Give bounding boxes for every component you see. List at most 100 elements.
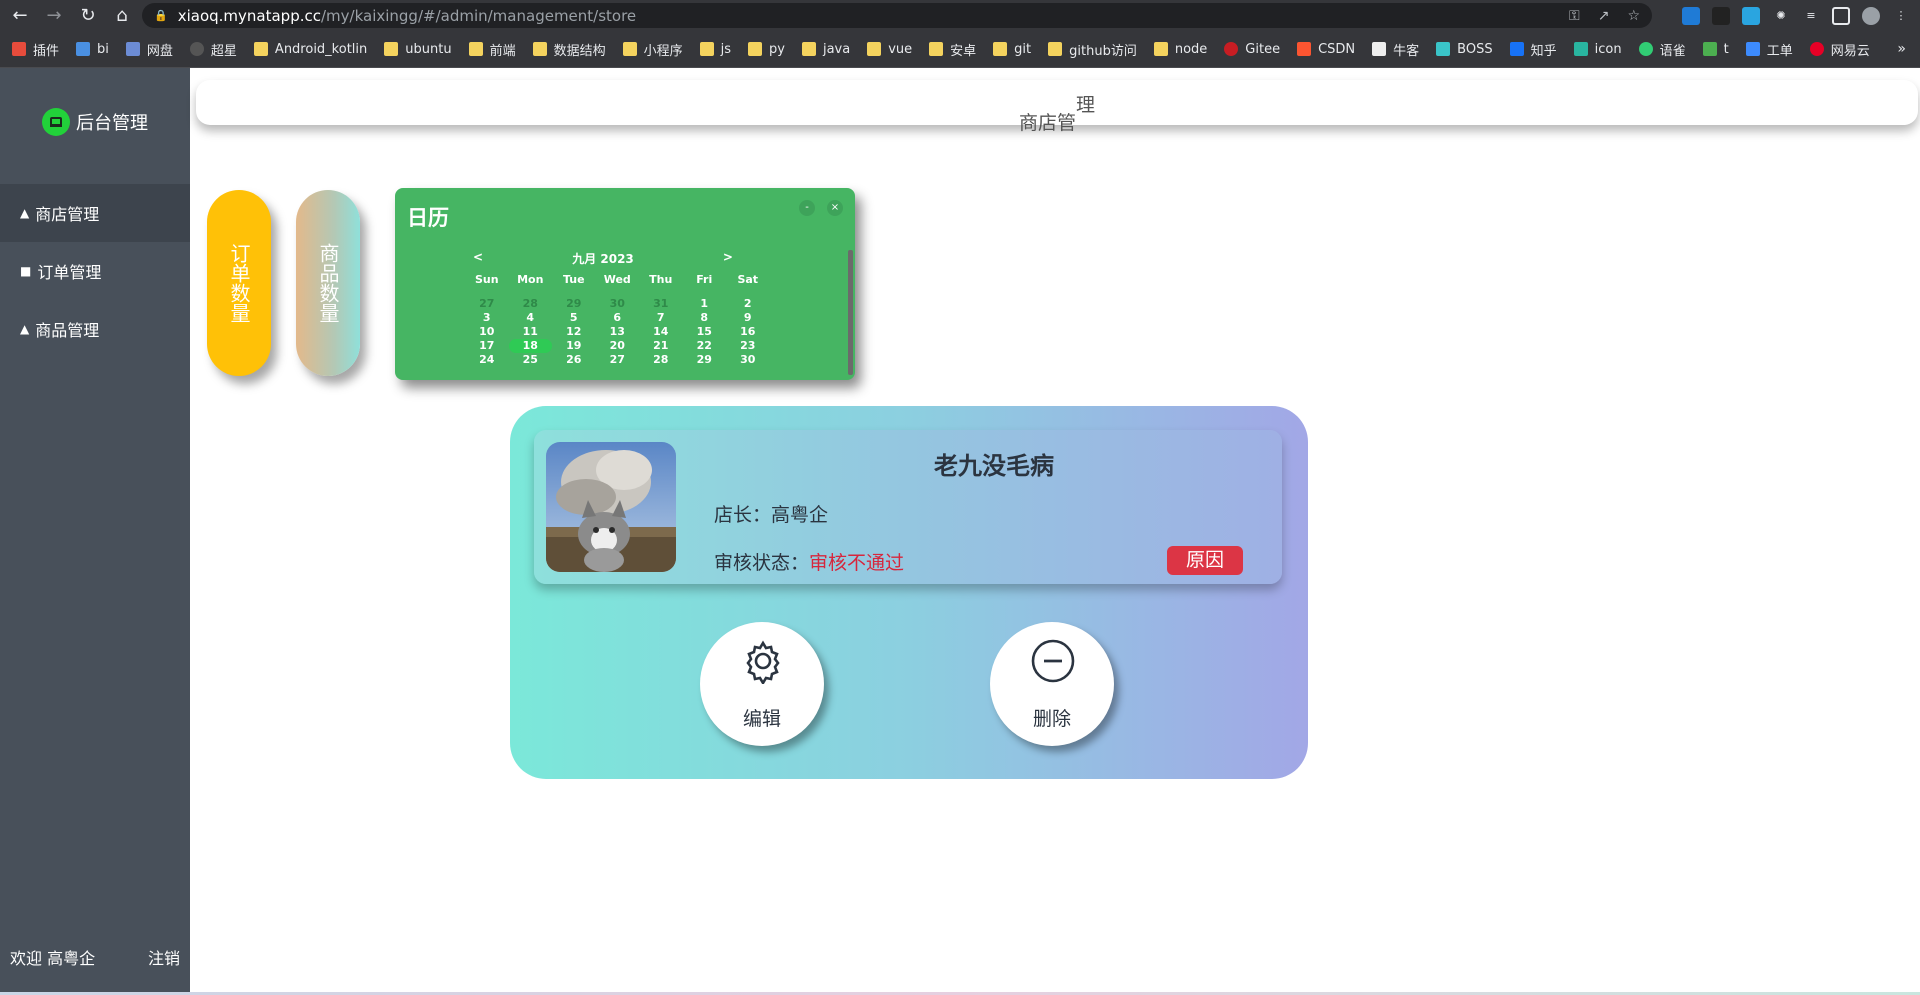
bookmark[interactable]: 小程序 [622,40,683,59]
calendar-scrollbar[interactable] [848,250,853,375]
side-panel-icon[interactable] [1832,6,1850,25]
next-month-button[interactable]: > [723,250,733,267]
calendar-day[interactable]: 13 [596,325,640,339]
shop-logo-icon [42,108,70,136]
bookmark[interactable]: vue [867,42,912,57]
week-row: 24 25 26 27 28 29 30 [465,353,770,367]
week-row: 17 18 19 20 21 22 23 [465,339,770,353]
bookmark[interactable]: 超星 [189,40,237,59]
calendar-day[interactable]: 8 [683,311,727,325]
calendar-day[interactable]: 22 [683,339,727,353]
bookmark[interactable]: 数据结构 [532,40,606,59]
bookmark[interactable]: 语雀 [1638,40,1686,59]
goods-count-card[interactable]: 商品数量 [296,190,360,376]
calendar-day[interactable]: 30 [726,353,770,367]
brand-title: 后台管理 [76,113,148,134]
bookmark[interactable]: java [801,42,850,57]
bookmark[interactable]: git [993,42,1031,57]
bookmark[interactable]: icon [1573,42,1622,57]
extension-icon[interactable] [1682,6,1700,25]
menu-icon[interactable]: ⋮ [1892,7,1910,25]
calendar-day[interactable]: 27 [596,353,640,367]
star-icon[interactable]: ☆ [1627,8,1640,24]
calendar-day[interactable]: 14 [639,325,683,339]
bookmark[interactable]: bi [76,42,109,57]
calendar-day[interactable]: 1 [683,297,727,311]
calendar-day-other-month[interactable]: 31 [639,297,683,311]
calendar-day-today[interactable]: 18 [508,339,552,353]
calendar-day[interactable]: 3 [465,311,509,325]
bookmark[interactable]: 插件 [12,40,59,59]
bookmark[interactable]: js [699,42,731,57]
brand[interactable]: 后台管理 [42,108,148,136]
bookmark[interactable]: Android_kotlin [253,42,367,57]
calendar-day-other-month[interactable]: 28 [509,297,553,311]
bookmark[interactable]: 网易云 [1809,40,1870,59]
share-icon[interactable]: ↗ [1598,8,1610,24]
bookmark[interactable]: Gitee [1224,42,1280,57]
calendar-day[interactable]: 9 [726,311,770,325]
sidebar-item-store[interactable]: ▲ 商店管理 [0,184,190,242]
calendar-day[interactable]: 28 [639,353,683,367]
folder-icon [748,42,763,56]
bookmark[interactable]: CSDN [1297,42,1355,57]
calendar-day[interactable]: 17 [465,339,509,353]
calendar-day[interactable]: 2 [726,297,770,311]
bookmark[interactable]: BOSS [1436,42,1493,57]
calendar-day[interactable]: 12 [552,325,596,339]
calendar-day[interactable]: 29 [683,353,727,367]
bookmark[interactable]: ubuntu [384,42,452,57]
calendar-day[interactable]: 10 [465,325,509,339]
profile-avatar[interactable] [1862,6,1880,25]
edit-button[interactable]: 编辑 [700,622,824,746]
calendar-day-other-month[interactable]: 27 [465,297,509,311]
calendar-day[interactable]: 23 [726,339,770,353]
reload-icon[interactable]: ↻ [74,2,102,30]
bookmark[interactable]: 知乎 [1509,40,1557,59]
calendar-day[interactable]: 6 [596,311,640,325]
calendar-day[interactable]: 15 [683,325,727,339]
folder-icon [253,42,268,56]
logout-link[interactable]: 注销 [148,945,180,969]
puzzle-icon[interactable]: ✺ [1772,7,1790,25]
back-icon[interactable]: ← [6,2,34,30]
delete-button[interactable]: 删除 [990,622,1114,746]
bookmark[interactable]: 牛客 [1372,40,1419,59]
bookmark[interactable]: py [748,42,785,57]
calendar-day[interactable]: 25 [509,353,553,367]
calendar-day[interactable]: 16 [726,325,770,339]
calendar-day[interactable]: 7 [639,311,683,325]
forward-icon[interactable]: → [40,2,68,30]
calendar-day[interactable]: 4 [509,311,553,325]
address-bar[interactable]: 🔒 xiaoq.mynatapp.cc/my/kaixingg/#/admin/… [142,3,1652,28]
calendar-day[interactable]: 24 [465,353,509,367]
sidebar-item-orders[interactable]: ■ 订单管理 [0,242,190,300]
order-count-card[interactable]: 订单数量 [207,190,271,376]
calendar-day[interactable]: 19 [552,339,596,353]
calendar-day[interactable]: 20 [596,339,640,353]
bookmark[interactable]: 安卓 [929,40,976,59]
calendar-day[interactable]: 21 [639,339,683,353]
reading-list-icon[interactable]: ≡ [1802,7,1820,25]
prev-month-button[interactable]: < [473,250,483,267]
calendar-day[interactable]: 26 [552,353,596,367]
telegram-icon[interactable] [1742,6,1760,25]
bookmark[interactable]: 工单 [1745,40,1793,59]
calendar-day[interactable]: 11 [509,325,553,339]
bookmarks-overflow-icon[interactable]: » [1897,41,1906,57]
extension-icon[interactable] [1712,6,1730,25]
calendar-day[interactable]: 5 [552,311,596,325]
bookmark[interactable]: 网盘 [125,40,173,59]
calendar-day-other-month[interactable]: 29 [552,297,596,311]
bookmark[interactable]: node [1153,42,1207,57]
minimize-button[interactable]: - [799,200,815,216]
calendar-day-other-month[interactable]: 30 [596,297,640,311]
reason-button[interactable]: 原因 [1167,546,1243,575]
bookmark[interactable]: github访问 [1048,40,1137,59]
bookmark[interactable]: t [1702,42,1729,57]
bookmark[interactable]: 前端 [468,40,516,59]
key-icon[interactable]: ⚿ [1569,8,1580,24]
sidebar-item-goods[interactable]: ▲ 商品管理 [0,300,190,358]
close-button[interactable]: × [827,200,843,216]
home-icon[interactable]: ⌂ [108,2,136,30]
